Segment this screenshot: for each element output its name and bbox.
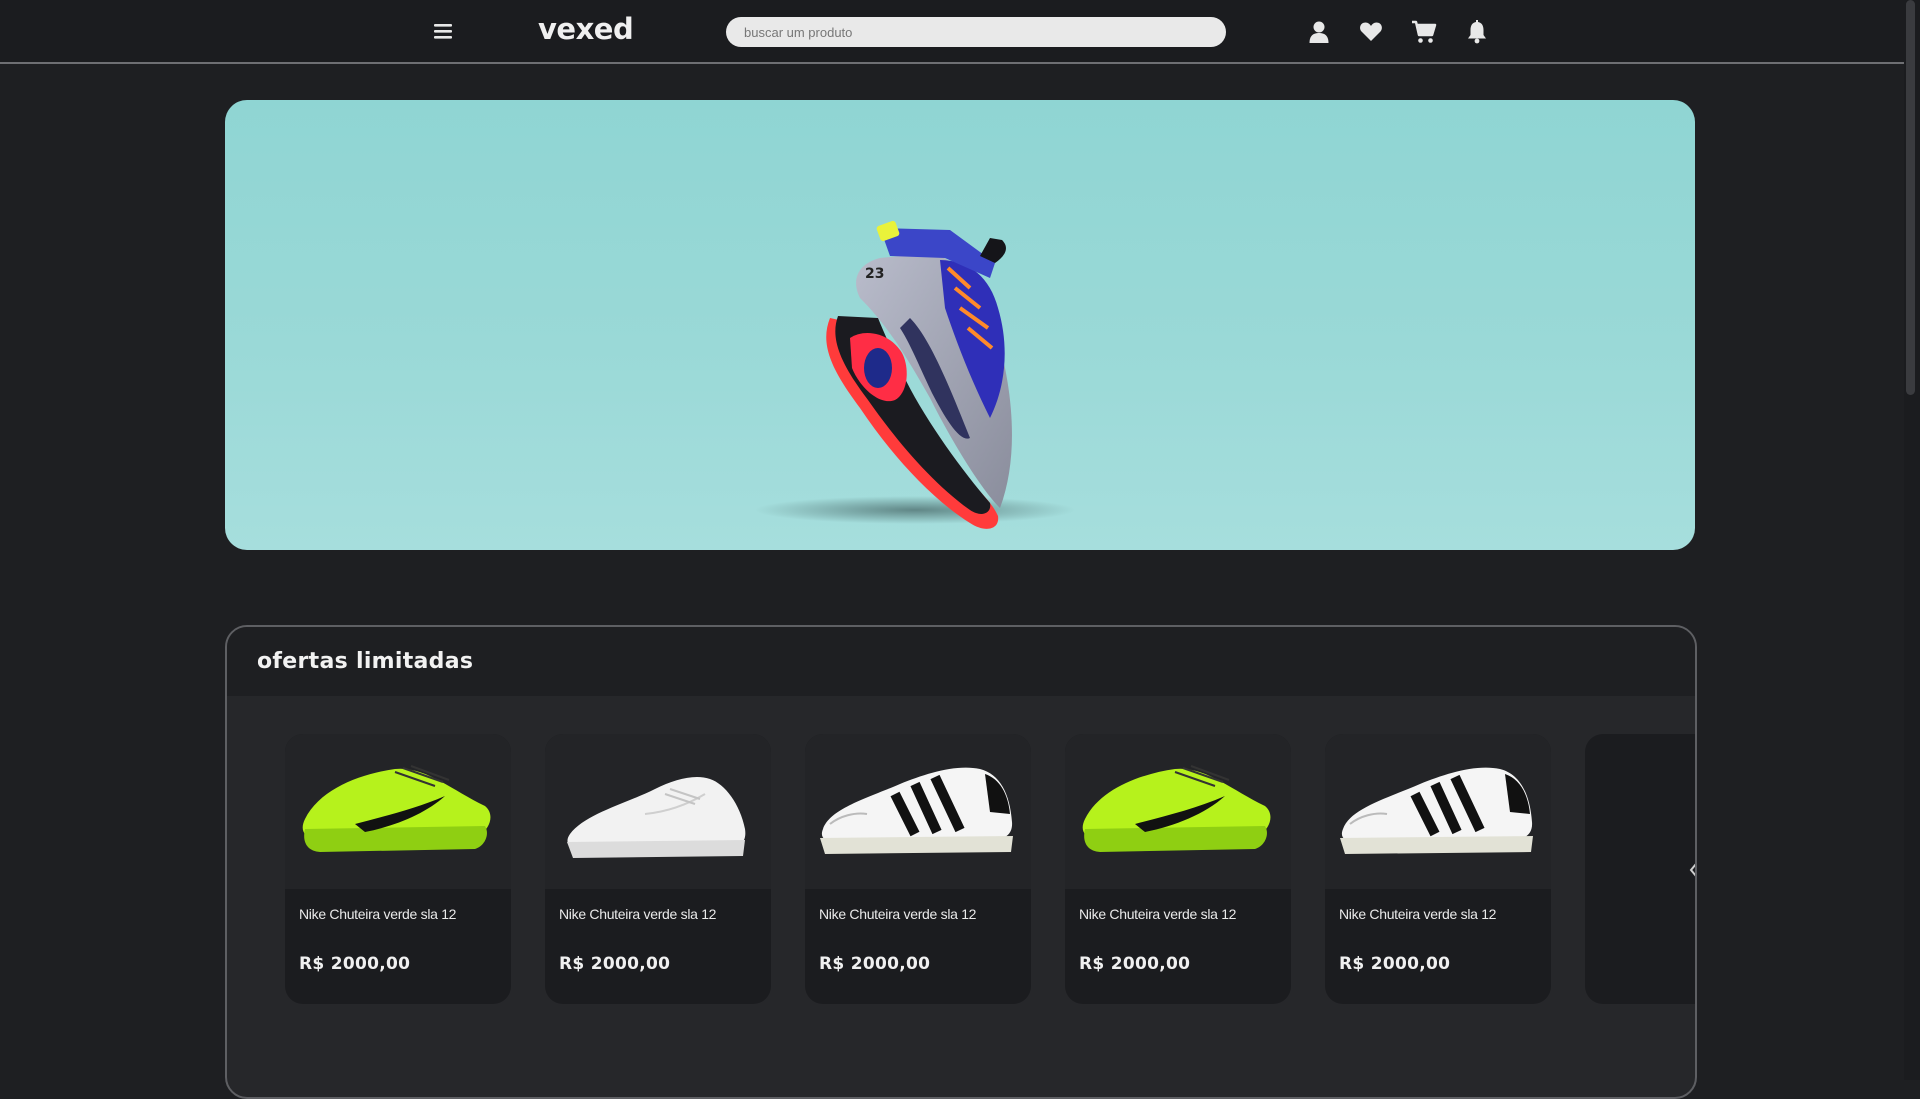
scrollbar-thumb[interactable] bbox=[1906, 0, 1915, 395]
section-title: ofertas limitadas bbox=[257, 649, 474, 674]
product-image[interactable] bbox=[1065, 734, 1291, 889]
product-image[interactable] bbox=[545, 734, 771, 889]
product-image[interactable] bbox=[285, 734, 511, 889]
user-icon[interactable] bbox=[1306, 19, 1332, 45]
adidas-sneaker-icon bbox=[820, 767, 1013, 854]
product-name[interactable]: Nike Chuteira verde sla 12 bbox=[559, 906, 716, 922]
offers-header: ofertas limitadas bbox=[227, 627, 1695, 696]
top-navbar: vexed bbox=[0, 0, 1918, 64]
product-name[interactable]: Nike Chuteira verde sla 12 bbox=[1339, 906, 1496, 922]
product-card[interactable]: Nike Chuteira verde sla 12 R$ 2000,00 bbox=[285, 734, 511, 1004]
product-card[interactable]: Nike Chuteira verde sla 12 R$ 2000,00 bbox=[545, 734, 771, 1004]
product-price: R$ 2000,00 bbox=[299, 954, 411, 974]
product-image[interactable] bbox=[1325, 734, 1551, 889]
brand-logo[interactable]: vexed bbox=[538, 12, 634, 46]
product-price: R$ 2000,00 bbox=[1339, 954, 1451, 974]
product-price: R$ 2000,00 bbox=[1079, 954, 1191, 974]
svg-text:23: 23 bbox=[865, 266, 884, 282]
adidas-sneaker-icon bbox=[1340, 767, 1533, 854]
white-sneaker-icon bbox=[567, 777, 746, 858]
product-name[interactable]: Nike Chuteira verde sla 12 bbox=[1079, 906, 1236, 922]
bell-icon[interactable] bbox=[1464, 19, 1490, 45]
product-price: R$ 2000,00 bbox=[819, 954, 931, 974]
search-input[interactable] bbox=[726, 17, 1226, 47]
product-name[interactable]: Nike Chuteira verde sla 12 bbox=[299, 906, 456, 922]
product-card[interactable]: Nike Chuteira verde sla 12 R$ 2000,00 bbox=[1325, 734, 1551, 1004]
product-price: R$ 2000,00 bbox=[559, 954, 671, 974]
carousel-next-icon[interactable] bbox=[1689, 863, 1695, 877]
hero-sneaker-image: 23 bbox=[755, 220, 1075, 529]
heart-icon[interactable] bbox=[1358, 19, 1384, 45]
product-card[interactable]: Nike Chuteira verde sla 12 R$ 2000,00 bbox=[1065, 734, 1291, 1004]
product-card-partial[interactable] bbox=[1585, 734, 1695, 1004]
green-sneaker-icon bbox=[1082, 765, 1271, 852]
product-image[interactable] bbox=[805, 734, 1031, 889]
limited-offers-section: ofertas limitadas Nike Chuteira verde sl… bbox=[225, 625, 1697, 1099]
product-card[interactable]: Nike Chuteira verde sla 12 R$ 2000,00 bbox=[805, 734, 1031, 1004]
menu-icon[interactable] bbox=[432, 20, 454, 42]
cart-icon[interactable] bbox=[1411, 19, 1437, 45]
green-sneaker-icon bbox=[302, 765, 491, 852]
hero-banner[interactable]: 23 bbox=[225, 100, 1695, 550]
page-scrollbar[interactable] bbox=[1904, 0, 1920, 1080]
product-name[interactable]: Nike Chuteira verde sla 12 bbox=[819, 906, 976, 922]
